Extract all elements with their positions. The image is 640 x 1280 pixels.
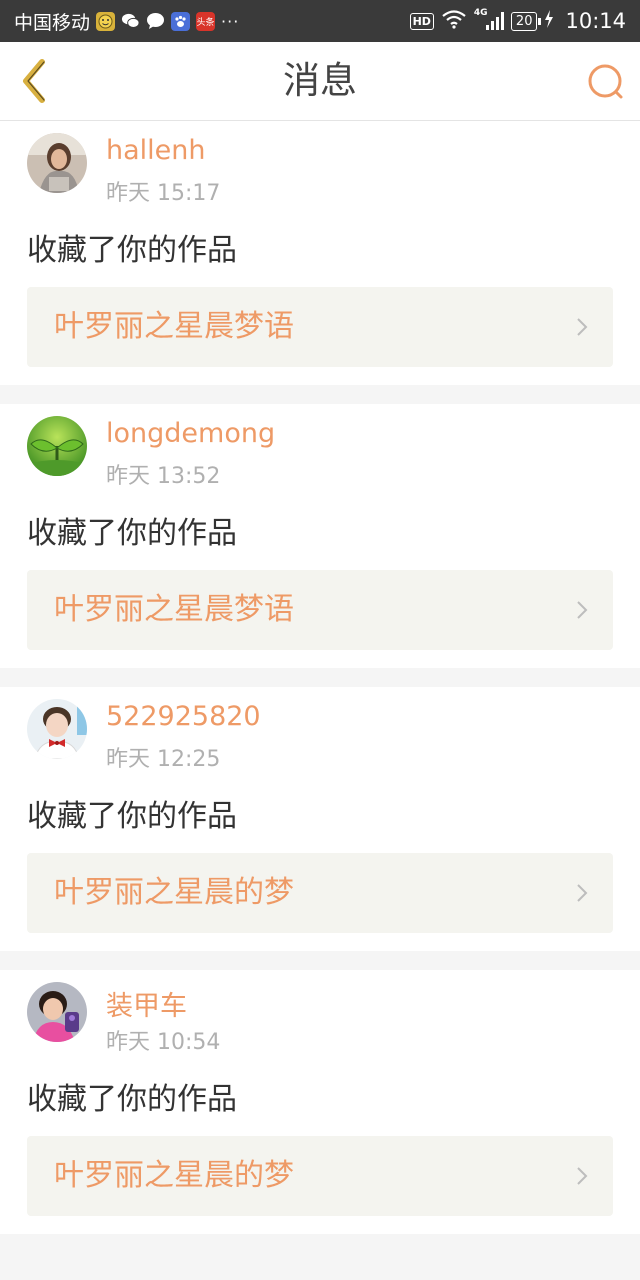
work-title: 叶罗丽之星晨的梦 — [54, 1158, 294, 1193]
search-icon — [588, 64, 623, 99]
action-text: 收藏了你的作品 — [27, 516, 237, 551]
username[interactable]: 522925820 — [106, 701, 261, 732]
work-link[interactable]: 叶罗丽之星晨的梦 — [27, 853, 613, 933]
battery-indicator: 20 — [510, 11, 541, 31]
more-notifications-indicator: ··· — [221, 11, 240, 31]
status-bar-left: 中国移动 头条 ··· — [14, 0, 239, 42]
work-title: 叶罗丽之星晨的梦 — [54, 875, 294, 910]
chevron-right-icon — [577, 318, 588, 336]
chevron-right-icon — [577, 884, 588, 902]
username[interactable]: longdemong — [106, 418, 275, 449]
status-bar-right: HD 4G 20 10:14 — [409, 0, 626, 42]
timestamp: 昨天 13:52 — [106, 464, 221, 489]
message-card: 装甲车 昨天 10:54 收藏了你的作品 叶罗丽之星晨的梦 — [0, 970, 640, 1234]
work-link[interactable]: 叶罗丽之星晨梦语 — [27, 570, 613, 650]
wechat-icon — [121, 12, 140, 31]
work-title: 叶罗丽之星晨梦语 — [54, 309, 294, 344]
username[interactable]: hallenh — [106, 135, 206, 166]
app-header: 消息 — [0, 42, 640, 121]
search-button[interactable] — [586, 62, 626, 102]
cellular-signal-icon: 4G — [473, 8, 504, 32]
avatar[interactable] — [27, 699, 87, 759]
network-type-label: 4G — [473, 8, 488, 18]
avatar[interactable] — [27, 416, 87, 476]
work-title: 叶罗丽之星晨梦语 — [54, 592, 294, 627]
page-title: 消息 — [283, 59, 357, 102]
chevron-right-icon — [577, 1167, 588, 1185]
toutiao-icon: 头条 — [196, 11, 216, 31]
username[interactable]: 装甲车 — [106, 984, 187, 1023]
charging-icon — [544, 9, 554, 33]
timestamp: 昨天 10:54 — [106, 1030, 221, 1055]
wifi-icon — [441, 9, 467, 34]
status-bar: 中国移动 头条 ··· HD 4G 20 10:14 — [0, 0, 640, 42]
avatar[interactable] — [27, 982, 87, 1042]
message-card: longdemong 昨天 13:52 收藏了你的作品 叶罗丽之星晨梦语 — [0, 404, 640, 668]
chevron-right-icon — [577, 601, 588, 619]
emoji-app-icon — [96, 11, 116, 31]
baidu-paw-icon — [171, 11, 191, 31]
message-card: hallenh 昨天 15:17 收藏了你的作品 叶罗丽之星晨梦语 — [0, 121, 640, 385]
clock: 10:14 — [565, 9, 626, 33]
timestamp: 昨天 12:25 — [106, 747, 221, 772]
carrier-name: 中国移动 — [14, 11, 91, 34]
action-text: 收藏了你的作品 — [27, 1082, 237, 1117]
work-link[interactable]: 叶罗丽之星晨梦语 — [27, 287, 613, 367]
hd-badge: HD — [409, 12, 434, 30]
message-card: 522925820 昨天 12:25 收藏了你的作品 叶罗丽之星晨的梦 — [0, 687, 640, 951]
timestamp: 昨天 15:17 — [106, 181, 221, 206]
avatar[interactable] — [27, 133, 87, 193]
action-text: 收藏了你的作品 — [27, 233, 237, 268]
action-text: 收藏了你的作品 — [27, 799, 237, 834]
chat-bubble-icon — [146, 12, 165, 31]
message-list: hallenh 昨天 15:17 收藏了你的作品 叶罗丽之星晨梦语 longde… — [0, 121, 640, 1234]
work-link[interactable]: 叶罗丽之星晨的梦 — [27, 1136, 613, 1216]
